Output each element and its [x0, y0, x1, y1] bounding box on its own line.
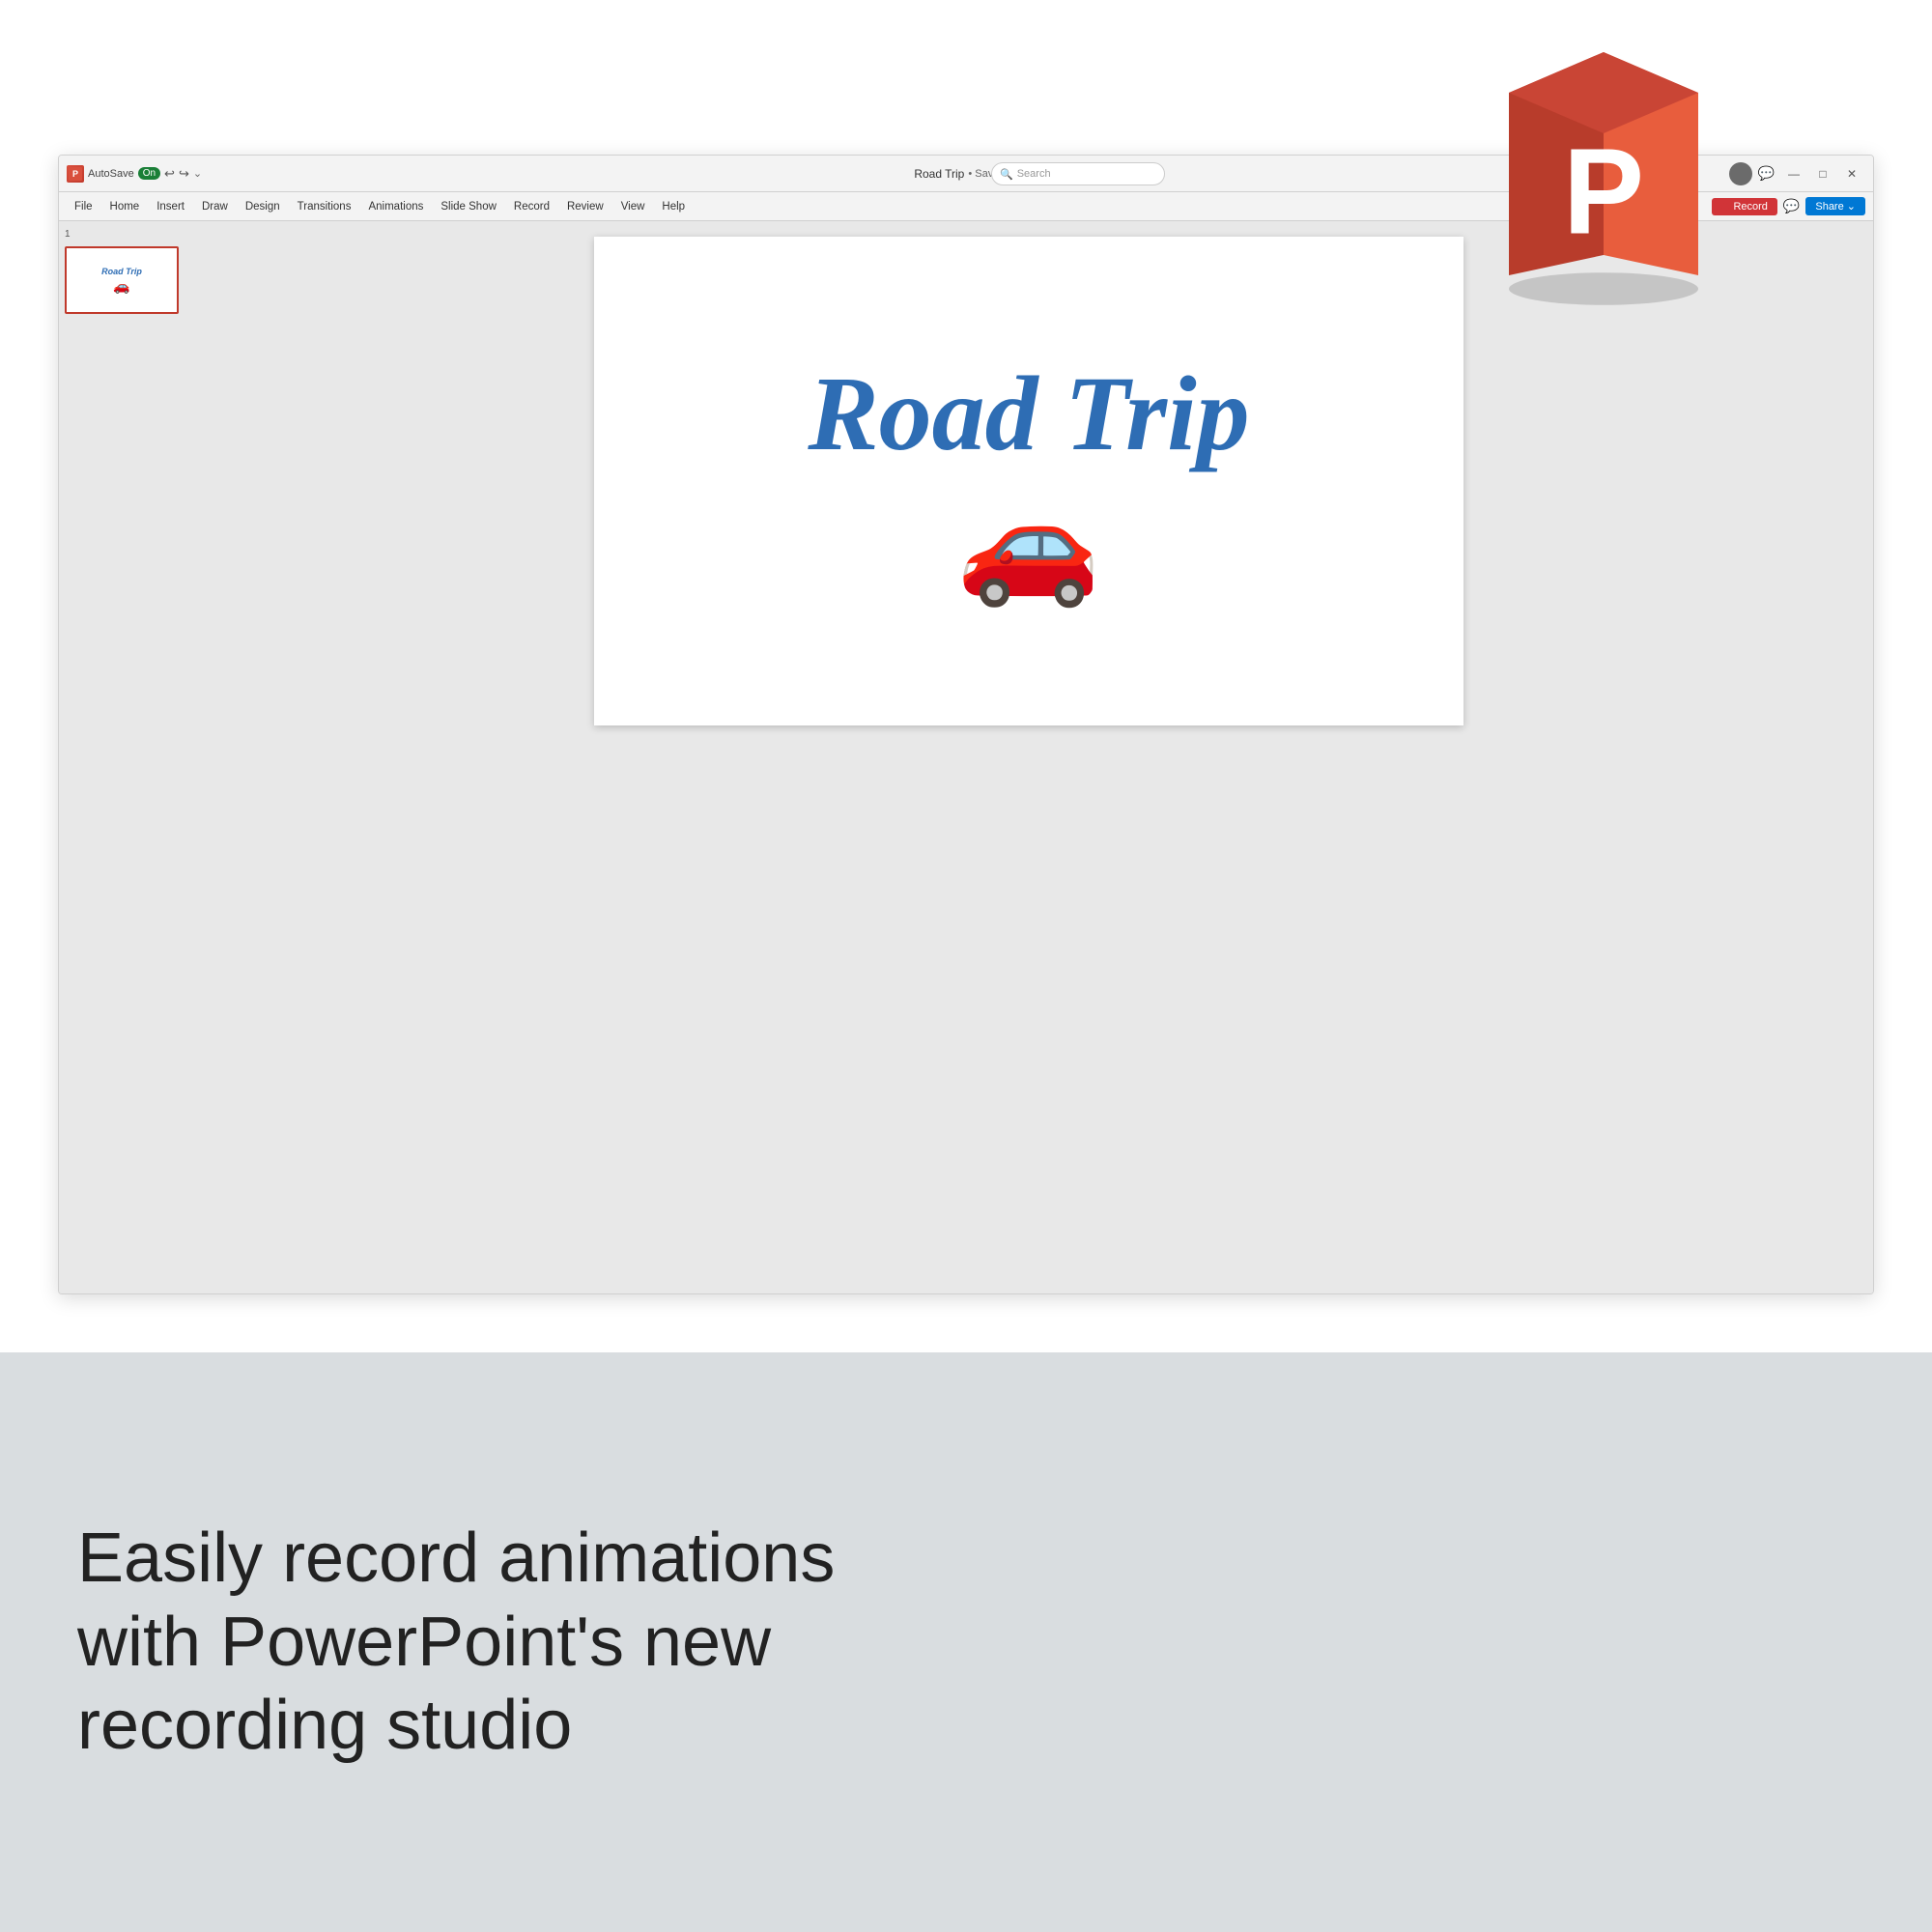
window-controls: 💬 — □ ✕ — [1729, 160, 1865, 187]
search-placeholder: Search — [1017, 168, 1051, 180]
filename: Road Trip — [914, 167, 964, 181]
title-bar-left: P AutoSave On ↩ ↪ ⌄ — [67, 165, 202, 183]
tab-review[interactable]: Review — [559, 198, 611, 215]
share-button-label: Share — [1815, 201, 1843, 213]
slide-thumb-title: Road Trip — [101, 267, 142, 276]
autosave-toggle[interactable]: On — [138, 167, 160, 180]
quick-access[interactable]: ⌄ — [193, 167, 202, 180]
slide-thumbnail[interactable]: Road Trip 🚗 — [65, 246, 179, 314]
tab-design[interactable]: Design — [238, 198, 288, 215]
slide-thumb-car: 🚗 — [113, 278, 129, 295]
slide-canvas: Road Trip 🚗 — [594, 237, 1463, 725]
tab-file[interactable]: File — [67, 198, 100, 215]
slide-thumb-content: Road Trip 🚗 — [67, 248, 177, 312]
search-icon: 🔍 — [1000, 168, 1013, 181]
comments-ribbon-icon[interactable]: 💬 — [1783, 198, 1800, 214]
tab-view[interactable]: View — [613, 198, 653, 215]
bottom-section: Easily record animationswith PowerPoint'… — [0, 1352, 1932, 1932]
autosave-label: AutoSave — [88, 168, 134, 180]
content-area: 1 Road Trip 🚗 Road Trip 🚗 — [59, 221, 1873, 1293]
minimize-button[interactable]: — — [1780, 160, 1807, 187]
slide-panel: 1 Road Trip 🚗 — [59, 221, 185, 1293]
share-button[interactable]: Share ⌄ — [1805, 197, 1865, 215]
slide-car-emoji: 🚗 — [956, 486, 1100, 602]
share-chevron-icon: ⌄ — [1847, 201, 1856, 213]
search-bar[interactable]: 🔍 Search — [991, 162, 1165, 185]
svg-text:P: P — [72, 169, 78, 179]
tab-record[interactable]: Record — [506, 198, 557, 215]
tab-help[interactable]: Help — [654, 198, 693, 215]
main-slide[interactable]: Road Trip 🚗 — [185, 221, 1873, 1293]
undo-button[interactable]: ↩ — [164, 166, 175, 182]
bottom-text: Easily record animationswith PowerPoint'… — [77, 1517, 835, 1767]
tab-slideshow[interactable]: Slide Show — [433, 198, 504, 215]
top-section: P P AutoSave On ↩ ↪ ⌄ — [0, 0, 1932, 1352]
maximize-button[interactable]: □ — [1809, 160, 1836, 187]
comments-icon[interactable]: 💬 — [1758, 165, 1775, 182]
slide-title[interactable]: Road Trip — [808, 360, 1249, 467]
tab-home[interactable]: Home — [102, 198, 148, 215]
close-button[interactable]: ✕ — [1838, 160, 1865, 187]
tab-insert[interactable]: Insert — [149, 198, 192, 215]
tab-animations[interactable]: Animations — [360, 198, 431, 215]
svg-text:P: P — [1563, 123, 1644, 259]
tab-transitions[interactable]: Transitions — [290, 198, 359, 215]
slide-number: 1 — [65, 229, 71, 240]
redo-button[interactable]: ↪ — [179, 166, 189, 182]
tab-draw[interactable]: Draw — [194, 198, 236, 215]
ppt-small-icon: P — [67, 165, 84, 183]
app-window: P AutoSave On ↩ ↪ ⌄ Road Trip • Saved ⌄ … — [58, 155, 1874, 1294]
powerpoint-icon: P — [1468, 39, 1739, 309]
